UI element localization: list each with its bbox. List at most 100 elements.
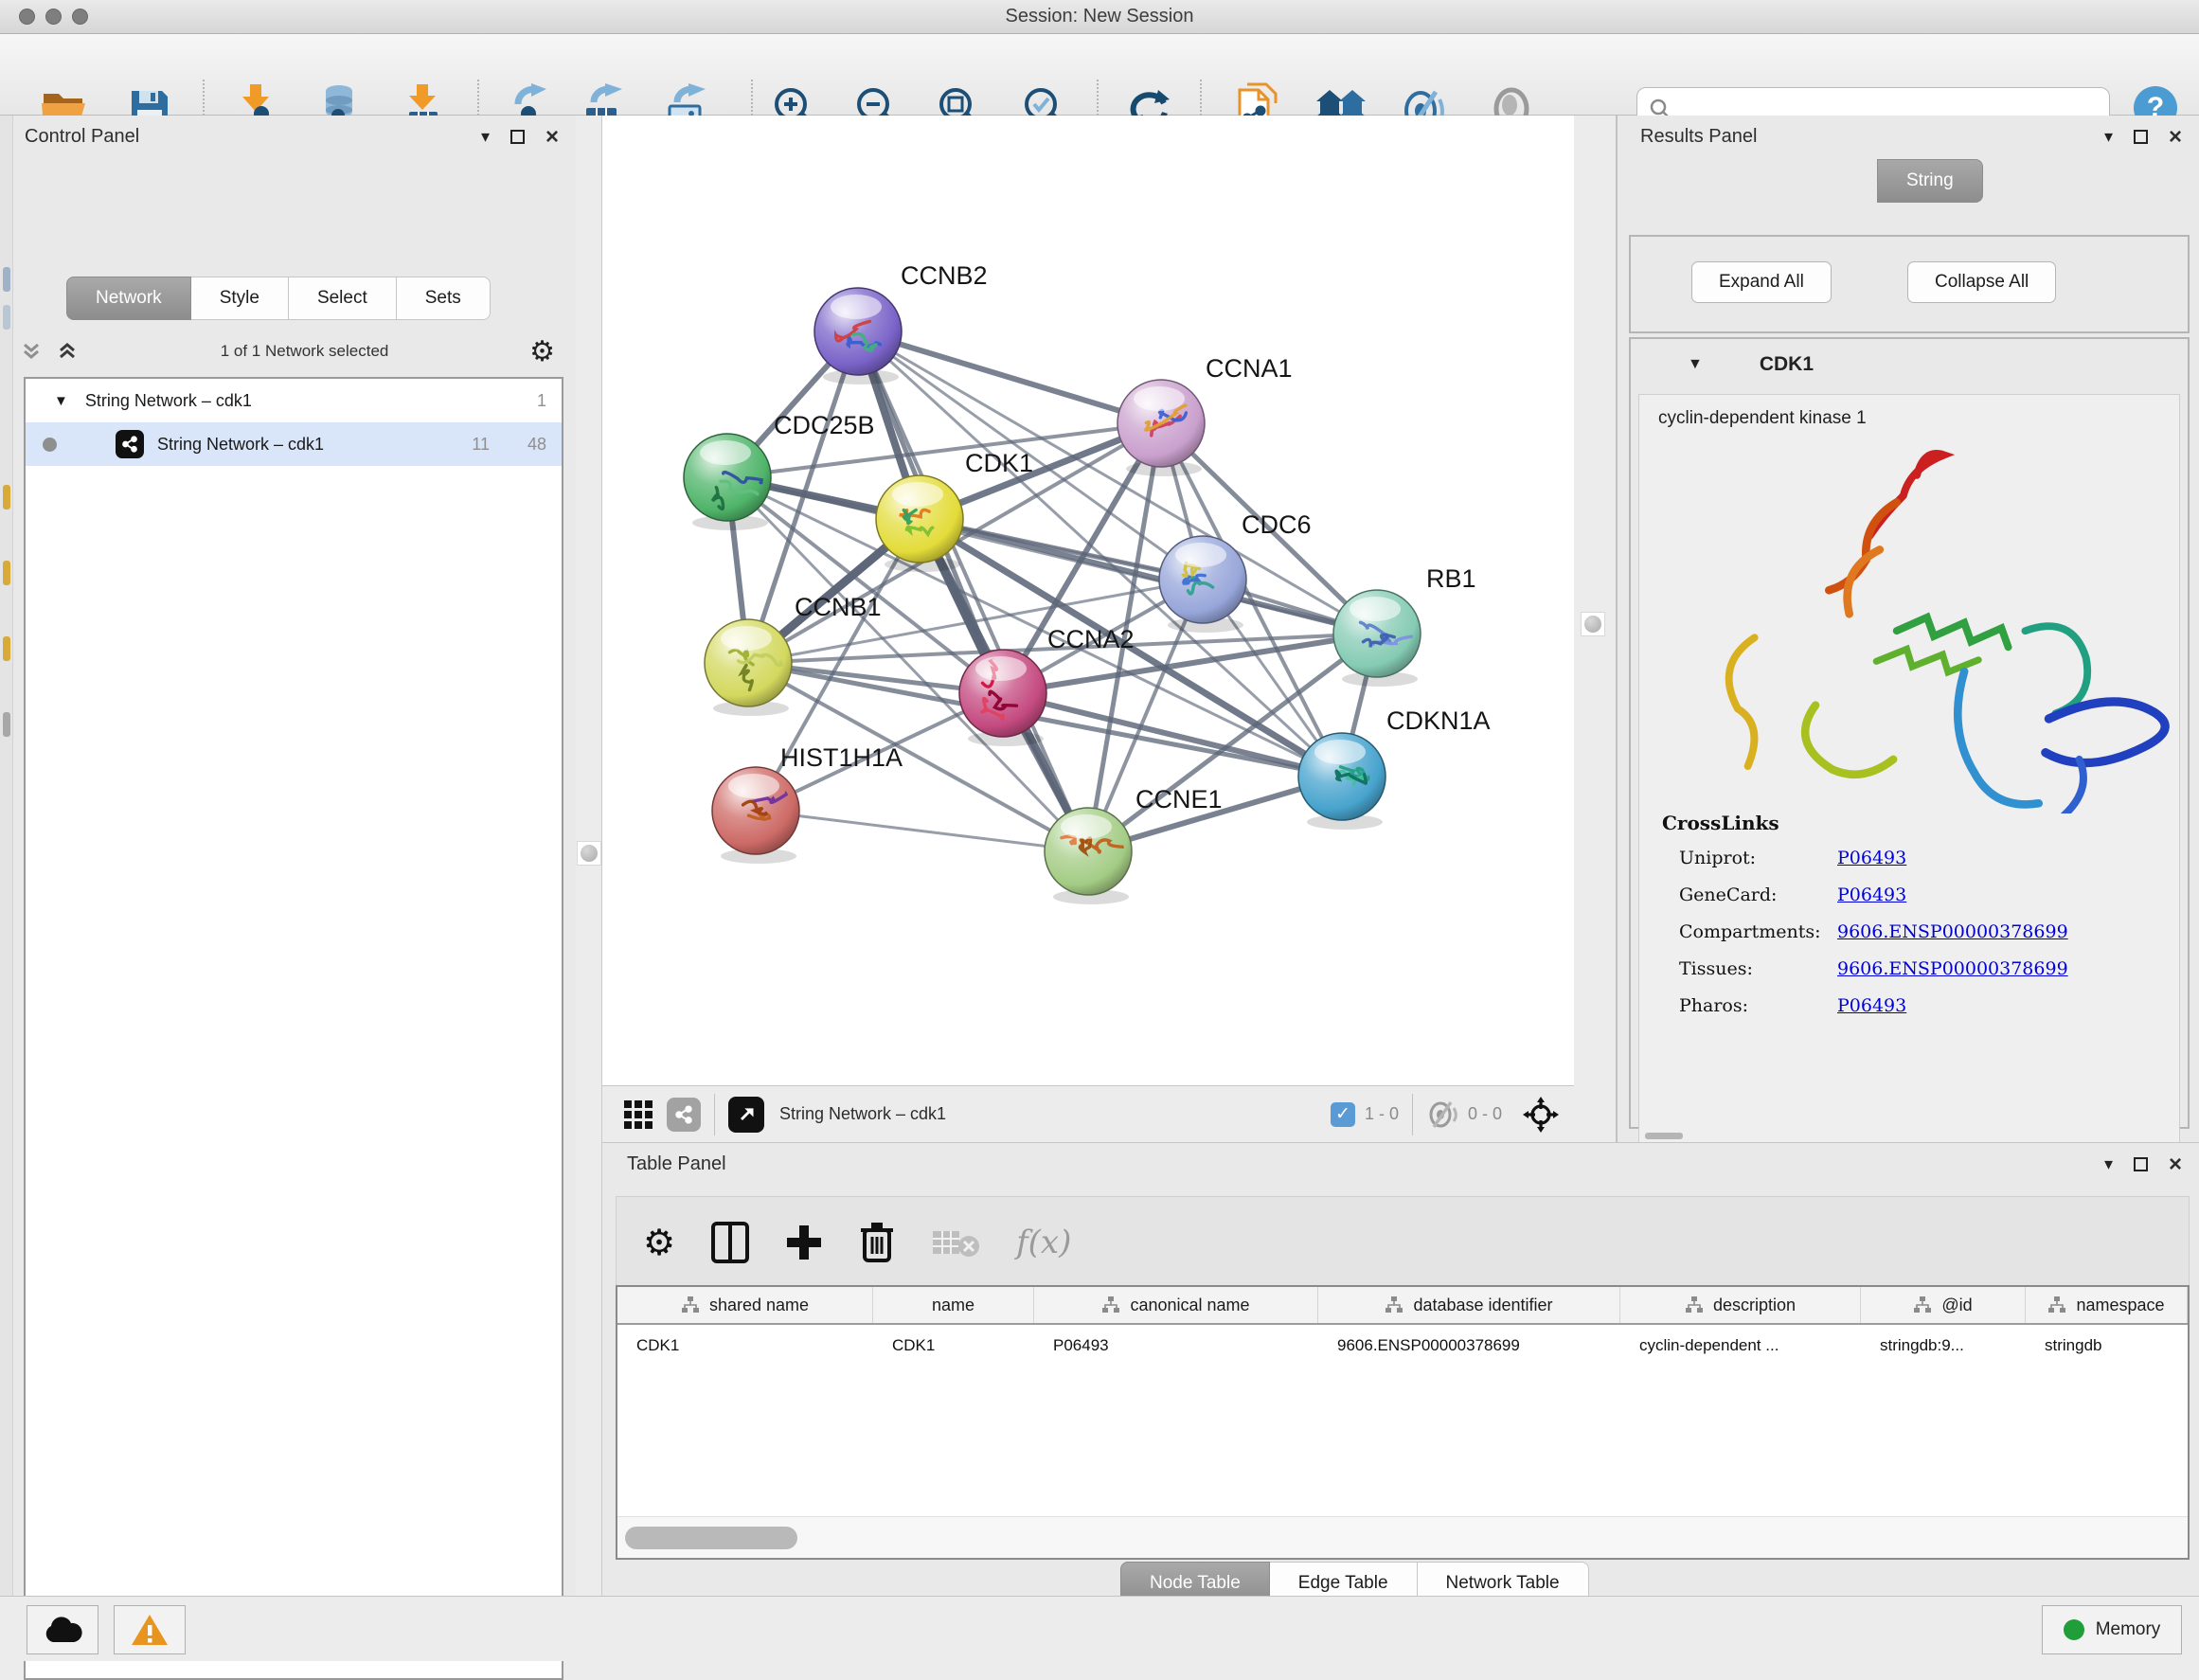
results-panel-tabs: String — [1877, 159, 1983, 203]
panel-menu-icon[interactable]: ▾ — [2104, 127, 2113, 147]
node-label: HIST1H1A — [780, 743, 903, 772]
column-label: description — [1713, 1296, 1796, 1315]
panel-menu-icon[interactable]: ▾ — [2104, 1154, 2113, 1174]
memory-status-dot — [2064, 1619, 2084, 1640]
crosslink-link[interactable]: P06493 — [1837, 995, 1906, 1016]
show-columns-icon[interactable] — [711, 1222, 749, 1263]
network-edge[interactable] — [858, 331, 1088, 851]
memory-button[interactable]: Memory — [2042, 1605, 2182, 1654]
right-splitter[interactable] — [1574, 116, 1616, 1142]
table-cell[interactable]: 9606.ENSP00000378699 — [1318, 1336, 1620, 1355]
warning-button[interactable] — [114, 1605, 186, 1654]
column-header-canonical-name[interactable]: canonical name — [1034, 1287, 1318, 1323]
panel-close-icon[interactable]: × — [545, 130, 559, 144]
column-header-namespace[interactable]: namespace — [2026, 1287, 2188, 1323]
add-column-icon[interactable] — [785, 1224, 823, 1261]
cloud-button[interactable] — [27, 1605, 98, 1654]
network-edge[interactable] — [858, 331, 1161, 423]
edge-strip-mark — [3, 485, 10, 509]
network-collection-row[interactable]: ▼ String Network – cdk1 1 — [26, 379, 562, 422]
gene-section-header[interactable]: ▼ CDK1 — [1631, 339, 2188, 390]
network-node-CDKN1A[interactable]: CDKN1A — [1298, 706, 1491, 830]
delete-table-icon[interactable] — [931, 1225, 980, 1260]
status-bar: Memory — [0, 1596, 2199, 1661]
birds-eye-grid-icon[interactable] — [623, 1099, 653, 1130]
crosslink-link[interactable]: 9606.ENSP00000378699 — [1837, 958, 2068, 979]
column-header-name[interactable]: name — [873, 1287, 1034, 1323]
titlebar: Session: New Session — [0, 0, 2199, 34]
network-edge-count: 48 — [527, 435, 546, 455]
expand-all-icon[interactable] — [55, 339, 80, 364]
delete-column-icon[interactable] — [859, 1221, 895, 1264]
table-row[interactable]: CDK1CDK1P064939606.ENSP00000378699cyclin… — [617, 1325, 2188, 1367]
table-toolbar: ⚙ f(x) — [616, 1196, 2190, 1287]
network-node-CCNA1[interactable]: CCNA1 — [1117, 354, 1293, 476]
tab-style[interactable]: Style — [191, 277, 289, 320]
table-cell[interactable]: stringdb:9... — [1861, 1336, 2026, 1355]
column-label: @id — [1941, 1296, 1972, 1315]
network-type-icon — [116, 430, 144, 458]
column-header-shared-name[interactable]: shared name — [617, 1287, 873, 1323]
network-status-dot — [43, 438, 57, 452]
collection-expand-icon[interactable]: ▼ — [54, 393, 68, 409]
network-edge[interactable] — [756, 811, 1088, 851]
panel-float-icon[interactable] — [510, 130, 525, 144]
table-cell[interactable]: CDK1 — [873, 1336, 1034, 1355]
gene-section: ▼ CDK1 cyclin-dependent kinase 1 — [1629, 337, 2190, 1129]
network-options-gear-icon[interactable]: ⚙ — [529, 335, 555, 368]
crosslink-link[interactable]: 9606.ENSP00000378699 — [1837, 921, 2068, 942]
crosslink-link[interactable]: P06493 — [1837, 848, 1906, 868]
column-header-description[interactable]: description — [1620, 1287, 1861, 1323]
network-node-RB1[interactable]: RB1 — [1333, 564, 1476, 687]
expand-all-button[interactable]: Expand All — [1691, 261, 1832, 303]
node-label: RB1 — [1426, 564, 1476, 593]
column-header-database-identifier[interactable]: database identifier — [1318, 1287, 1620, 1323]
hierarchy-icon — [1101, 1296, 1120, 1314]
network-selected-status: 1 of 1 Network selected — [80, 342, 529, 361]
panel-close-icon[interactable]: × — [2169, 1157, 2182, 1171]
table-cell[interactable]: CDK1 — [617, 1336, 873, 1355]
tab-select[interactable]: Select — [289, 277, 397, 320]
node-label: CDKN1A — [1386, 706, 1491, 735]
tab-sets[interactable]: Sets — [397, 277, 491, 320]
network-node-HIST1H1A[interactable]: HIST1H1A — [712, 743, 903, 864]
function-builder-icon[interactable]: f(x) — [1016, 1224, 1071, 1261]
selected-checkbox-icon[interactable]: ✓ — [1331, 1102, 1355, 1127]
table-cell[interactable]: cyclin-dependent ... — [1620, 1336, 1861, 1355]
network-node-CCNE1[interactable]: CCNE1 — [1045, 785, 1223, 904]
left-splitter-handle[interactable] — [577, 841, 601, 866]
column-label: namespace — [2076, 1296, 2164, 1315]
left-splitter[interactable] — [576, 116, 601, 1596]
collapse-all-button[interactable]: Collapse All — [1907, 261, 2056, 303]
tab-string[interactable]: String — [1877, 159, 1983, 203]
warning-icon — [131, 1613, 169, 1647]
table-hscrollbar-thumb[interactable] — [625, 1527, 797, 1549]
crosslink-link[interactable]: P06493 — [1837, 885, 1906, 905]
crosslink-label: Tissues: — [1662, 958, 1837, 979]
network-view-toolbar: String Network – cdk1 ✓ 1 - 0 0 - 0 — [601, 1085, 1574, 1142]
panel-menu-icon[interactable]: ▾ — [481, 127, 490, 147]
results-panel: Results Panel ▾ × String Expand All Coll… — [1616, 116, 2199, 1142]
table-cell[interactable]: stringdb — [2026, 1336, 2188, 1355]
panel-close-icon[interactable]: × — [2169, 130, 2182, 144]
results-scrollbar-thumb[interactable] — [1645, 1133, 1683, 1139]
network-node-CCNB2[interactable]: CCNB2 — [814, 261, 988, 384]
tab-network[interactable]: Network — [66, 277, 191, 320]
hidden-eye-icon[interactable] — [1426, 1100, 1458, 1129]
panel-float-icon[interactable] — [2134, 1157, 2148, 1171]
column-header-@id[interactable]: @id — [1861, 1287, 2026, 1323]
network-row[interactable]: String Network – cdk1 11 48 — [26, 422, 562, 466]
edge-strip-mark — [3, 267, 10, 292]
edge-strip-mark — [3, 561, 10, 585]
right-splitter-handle[interactable] — [1581, 612, 1605, 636]
node-label: CDC25B — [774, 411, 875, 439]
table-cell[interactable]: P06493 — [1034, 1336, 1318, 1355]
open-in-new-window-icon[interactable] — [728, 1097, 764, 1133]
collapse-all-icon[interactable] — [19, 339, 44, 364]
network-canvas[interactable]: CCNB2CCNA1CDC25BCDK1CDC6RB1CCNB1CCNA2CDK… — [601, 116, 1574, 1085]
gene-expand-icon[interactable]: ▼ — [1688, 356, 1703, 373]
table-settings-gear-icon[interactable]: ⚙ — [643, 1222, 675, 1263]
pan-crosshair-icon[interactable] — [1523, 1097, 1559, 1133]
panel-float-icon[interactable] — [2134, 130, 2148, 144]
network-share-icon[interactable] — [667, 1098, 701, 1132]
